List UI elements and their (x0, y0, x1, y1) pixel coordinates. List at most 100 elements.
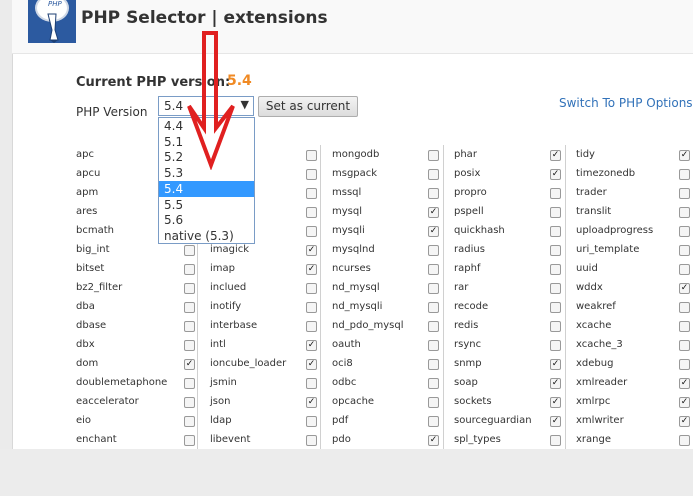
extension-checkbox[interactable] (306, 378, 317, 389)
extension-checkbox[interactable] (428, 397, 439, 408)
extension-checkbox[interactable]: ✓ (550, 378, 561, 389)
extension-label: msgpack (332, 168, 378, 179)
extension-checkbox[interactable] (679, 321, 690, 332)
extension-checkbox[interactable] (428, 169, 439, 180)
extension-checkbox[interactable] (679, 359, 690, 370)
extension-checkbox[interactable] (428, 359, 439, 370)
extension-label: inotify (210, 301, 242, 312)
php-version-option[interactable]: 5.4 (159, 180, 254, 197)
extension-checkbox[interactable] (550, 340, 561, 351)
extension-checkbox[interactable] (184, 378, 195, 389)
extension-checkbox[interactable]: ✓ (550, 169, 561, 180)
extension-checkbox[interactable] (679, 169, 690, 180)
red-arrow-annotation (187, 31, 235, 170)
extension-checkbox[interactable] (550, 321, 561, 332)
extension-checkbox[interactable]: ✓ (184, 359, 195, 370)
extension-checkbox[interactable] (428, 245, 439, 256)
extension-checkbox[interactable] (679, 340, 690, 351)
extension-checkbox[interactable] (550, 264, 561, 275)
extension-checkbox[interactable]: ✓ (306, 264, 317, 275)
extension-checkbox[interactable] (306, 302, 317, 313)
extension-checkbox[interactable]: ✓ (550, 416, 561, 427)
extension-checkbox[interactable] (679, 188, 690, 199)
extension-checkbox[interactable] (306, 321, 317, 332)
extension-label: xcache (576, 320, 612, 331)
extension-checkbox[interactable] (184, 245, 195, 256)
extension-checkbox[interactable] (428, 416, 439, 427)
extension-label: pspell (454, 206, 484, 217)
extension-checkbox[interactable] (184, 283, 195, 294)
extension-label: apc (76, 149, 94, 160)
extension-label: posix (454, 168, 481, 179)
extension-label: mongodb (332, 149, 380, 160)
extension-label: nd_pdo_mysql (332, 320, 404, 331)
extension-checkbox[interactable]: ✓ (306, 397, 317, 408)
extension-label: xrange (576, 434, 611, 445)
set-as-current-button[interactable]: Set as current (258, 96, 358, 117)
extension-checkbox[interactable] (184, 302, 195, 313)
extension-checkbox[interactable] (306, 188, 317, 199)
php-version-option[interactable]: 5.5 (159, 197, 254, 213)
extension-label: recode (454, 301, 489, 312)
extension-checkbox[interactable] (306, 283, 317, 294)
extension-checkbox[interactable]: ✓ (550, 150, 561, 161)
extension-checkbox[interactable] (184, 264, 195, 275)
extension-label: sourceguardian (454, 415, 532, 426)
page-title: PHP Selector | extensions (81, 8, 328, 28)
extension-checkbox[interactable] (428, 340, 439, 351)
extension-checkbox[interactable] (428, 302, 439, 313)
extension-checkbox[interactable]: ✓ (428, 435, 439, 446)
extension-checkbox[interactable] (550, 302, 561, 313)
extension-checkbox[interactable]: ✓ (679, 378, 690, 389)
extension-checkbox[interactable]: ✓ (306, 245, 317, 256)
extension-label: uploadprogress (576, 225, 654, 236)
extension-checkbox[interactable] (428, 321, 439, 332)
extension-checkbox[interactable] (184, 435, 195, 446)
extension-checkbox[interactable] (679, 302, 690, 313)
extension-checkbox[interactable] (184, 397, 195, 408)
extension-checkbox[interactable]: ✓ (679, 416, 690, 427)
extension-checkbox[interactable]: ✓ (306, 359, 317, 370)
extension-checkbox[interactable]: ✓ (428, 226, 439, 237)
extension-checkbox[interactable]: ✓ (550, 397, 561, 408)
column-divider (320, 145, 321, 449)
extension-label: phar (454, 149, 477, 160)
extension-checkbox[interactable]: ✓ (679, 150, 690, 161)
extension-checkbox[interactable] (428, 188, 439, 199)
extension-checkbox[interactable] (306, 435, 317, 446)
extension-checkbox[interactable] (550, 207, 561, 218)
switch-to-php-options-link[interactable]: Switch To PHP Options (559, 96, 693, 110)
extension-checkbox[interactable] (550, 283, 561, 294)
extension-checkbox[interactable] (428, 378, 439, 389)
extension-checkbox[interactable]: ✓ (550, 359, 561, 370)
extension-checkbox[interactable] (428, 264, 439, 275)
extension-checkbox[interactable] (550, 188, 561, 199)
extension-checkbox[interactable] (679, 264, 690, 275)
extension-checkbox[interactable] (679, 207, 690, 218)
extension-label: dbx (76, 339, 95, 350)
extension-checkbox[interactable] (184, 416, 195, 427)
extension-label: nd_mysql (332, 282, 380, 293)
extension-checkbox[interactable] (184, 340, 195, 351)
extension-label: interbase (210, 320, 258, 331)
extension-checkbox[interactable]: ✓ (306, 340, 317, 351)
extension-checkbox[interactable] (679, 435, 690, 446)
extension-checkbox[interactable] (679, 226, 690, 237)
extension-checkbox[interactable]: ✓ (679, 283, 690, 294)
extension-checkbox[interactable]: ✓ (679, 397, 690, 408)
extension-checkbox[interactable] (306, 226, 317, 237)
extension-checkbox[interactable] (550, 226, 561, 237)
extension-checkbox[interactable] (306, 150, 317, 161)
extension-checkbox[interactable]: ✓ (428, 207, 439, 218)
extension-checkbox[interactable] (306, 416, 317, 427)
extension-checkbox[interactable] (550, 435, 561, 446)
php-version-option[interactable]: native (5.3) (159, 228, 254, 244)
extension-checkbox[interactable] (306, 207, 317, 218)
php-version-option[interactable]: 5.6 (159, 212, 254, 228)
extension-checkbox[interactable] (550, 245, 561, 256)
extension-checkbox[interactable] (428, 283, 439, 294)
extension-checkbox[interactable] (679, 245, 690, 256)
extension-checkbox[interactable] (184, 321, 195, 332)
extension-checkbox[interactable] (428, 150, 439, 161)
extension-checkbox[interactable] (306, 169, 317, 180)
